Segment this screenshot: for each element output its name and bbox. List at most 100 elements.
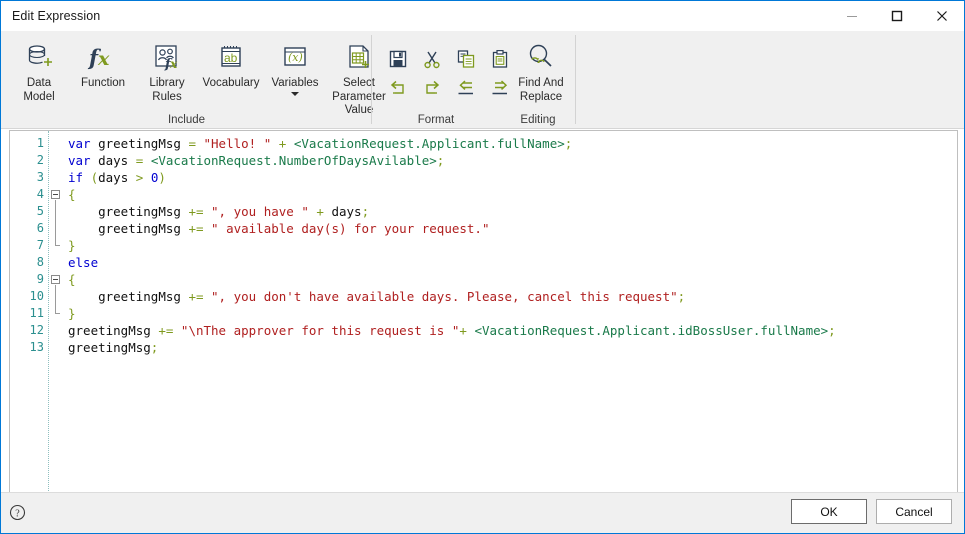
vocabulary-button[interactable]: ab Vocabulary <box>199 35 263 92</box>
code-token: if <box>68 170 84 185</box>
code-token: greetingMsg <box>98 136 181 151</box>
code-token: ; <box>564 136 573 151</box>
code-token: var <box>68 136 91 151</box>
svg-text:x: x <box>97 48 110 70</box>
expression-editor[interactable]: 1 2 3 4 5 6 7 8 9 10 11 12 13 var greetingMsg = "Hel… <box>9 130 958 494</box>
fold-toggle-icon[interactable] <box>51 190 60 199</box>
code-token: ; <box>677 289 686 304</box>
line-number: 3 <box>36 170 44 184</box>
library-rules-button[interactable]: f x Library Rules <box>135 35 199 105</box>
maximize-button[interactable] <box>874 1 919 31</box>
data-model-button[interactable]: Data Model <box>7 35 71 105</box>
save-icon <box>389 50 407 68</box>
code-token: += <box>188 221 204 236</box>
code-token: ; <box>150 340 159 355</box>
chevron-down-icon[interactable] <box>291 91 299 96</box>
fold-toggle-icon[interactable] <box>51 275 60 284</box>
code-token: <VacationRequest.Applicant.idBossUser.fu… <box>474 323 829 338</box>
code-line[interactable]: { <box>68 271 957 288</box>
code-area[interactable]: var greetingMsg = "Hello! " + <VacationR… <box>62 131 957 493</box>
code-line[interactable]: greetingMsg += "\nThe approver for this … <box>68 322 957 339</box>
close-icon <box>936 11 947 21</box>
line-number: 12 <box>29 323 44 337</box>
code-line[interactable]: greetingMsg += ", you don't have availab… <box>68 288 957 305</box>
ribbon-group-include-label: Include <box>167 114 206 126</box>
line-number: 2 <box>36 153 44 167</box>
outdent-button[interactable] <box>448 73 484 105</box>
cancel-button[interactable]: Cancel <box>876 499 952 524</box>
variables-label: Variables <box>271 77 319 89</box>
line-number: 1 <box>36 136 44 150</box>
line-number: 9 <box>36 272 44 286</box>
window-controls <box>829 1 964 31</box>
code-line[interactable]: greetingMsg += ", you have " + days; <box>68 203 957 220</box>
variables-button[interactable]: (x) Variables <box>263 35 327 97</box>
code-token: ) <box>158 170 166 185</box>
code-line[interactable]: var days = <VacationRequest.NumberOfDays… <box>68 152 957 169</box>
copy-icon <box>457 50 475 68</box>
code-line[interactable]: } <box>68 305 957 322</box>
code-token: <VacationRequest.Applicant.fullName> <box>293 136 565 151</box>
code-line[interactable]: } <box>68 237 957 254</box>
find-replace-icon <box>525 40 557 74</box>
svg-text:(x): (x) <box>288 51 303 64</box>
line-number: 4 <box>36 187 44 201</box>
ribbon-group-format: Format <box>372 31 508 128</box>
minimize-icon <box>846 16 857 17</box>
footer-buttons: OK Cancel <box>791 499 952 524</box>
minimize-button[interactable] <box>829 1 874 31</box>
code-line[interactable]: var greetingMsg = "Hello! " + <VacationR… <box>68 135 957 152</box>
code-line[interactable]: else <box>68 254 957 271</box>
data-model-label: Data Model <box>23 77 55 103</box>
code-line[interactable]: { <box>68 186 957 203</box>
code-token: days <box>98 170 129 185</box>
ok-button[interactable]: OK <box>791 499 867 524</box>
help-circle-icon[interactable]: ? <box>9 504 26 521</box>
cut-icon <box>424 51 440 69</box>
find-and-replace-button[interactable]: Find And Replace <box>500 35 582 105</box>
code-token: = <box>188 136 196 151</box>
function-fx-icon: f x <box>87 40 119 74</box>
line-number: 5 <box>36 204 44 218</box>
line-number: 10 <box>29 289 44 303</box>
redo-button[interactable] <box>414 73 450 105</box>
close-button[interactable] <box>919 1 964 31</box>
library-rules-label: Library Rules <box>149 77 185 103</box>
code-folding-column[interactable] <box>48 131 62 493</box>
code-token: } <box>68 306 76 321</box>
maximize-icon <box>891 10 902 22</box>
library-rules-icon: f x <box>152 40 182 74</box>
cut-button[interactable] <box>414 43 450 75</box>
code-token: ; <box>828 323 836 338</box>
line-number: 11 <box>29 306 44 320</box>
copy-button[interactable] <box>448 43 484 75</box>
code-line[interactable]: greetingMsg; <box>68 339 957 356</box>
dialog-footer: ? OK Cancel <box>1 492 964 533</box>
edit-expression-dialog: Edit Expression Data Model f x Function … <box>0 0 965 534</box>
code-token: var <box>68 153 91 168</box>
code-token: greetingMsg <box>98 221 181 236</box>
code-token: ; <box>361 204 370 219</box>
code-token: ; <box>436 153 445 168</box>
code-token: += <box>188 204 204 219</box>
ribbon-group-format-label: Format <box>417 114 455 126</box>
undo-button[interactable] <box>380 73 416 105</box>
code-line[interactable]: greetingMsg += " available day(s) for yo… <box>68 220 957 237</box>
code-token: "Hello! " <box>203 136 272 151</box>
ribbon-toolbar: Data Model f x Function f x Library Rule… <box>1 31 964 129</box>
outdent-icon <box>458 80 473 95</box>
line-number: 7 <box>36 238 44 252</box>
code-token: else <box>68 255 99 270</box>
code-token: += <box>188 289 204 304</box>
code-token: greetingMsg <box>98 204 181 219</box>
function-button[interactable]: f x Function <box>71 35 135 92</box>
code-token: greetingMsg <box>68 323 151 338</box>
save-button[interactable] <box>380 43 416 75</box>
code-line[interactable]: if (days > 0) <box>68 169 957 186</box>
